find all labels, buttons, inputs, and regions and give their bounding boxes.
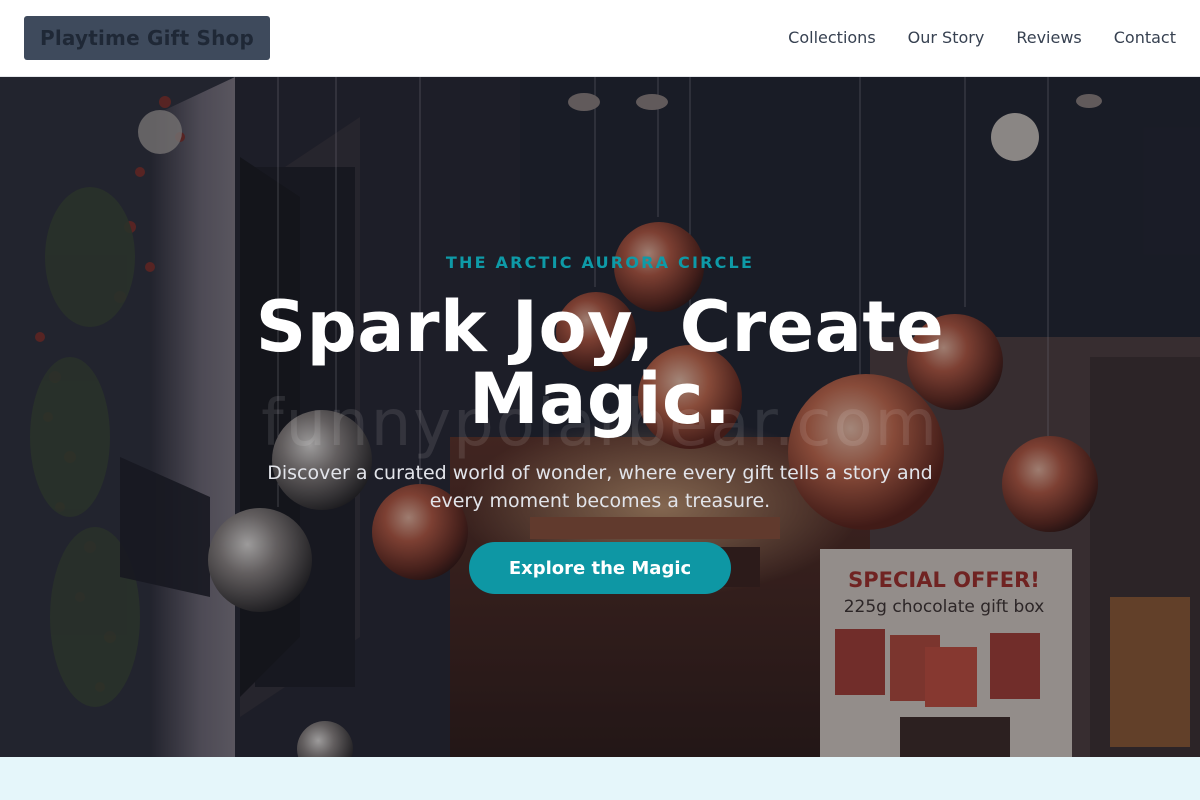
site-header: Playtime Gift Shop Collections Our Story… bbox=[0, 0, 1200, 77]
next-section bbox=[0, 757, 1200, 800]
nav-link-collections[interactable]: Collections bbox=[788, 28, 875, 48]
explore-magic-button[interactable]: Explore the Magic bbox=[469, 542, 731, 594]
nav-link-our-story[interactable]: Our Story bbox=[908, 28, 985, 48]
hero-section: SPECIAL OFFER! 225g chocolate gift box f… bbox=[0, 77, 1200, 757]
hero-eyebrow: THE ARCTIC AURORA CIRCLE bbox=[445, 253, 755, 272]
main-nav: Collections Our Story Reviews Contact bbox=[788, 28, 1176, 48]
nav-link-reviews[interactable]: Reviews bbox=[1016, 28, 1081, 48]
hero-subcopy: Discover a curated world of wonder, wher… bbox=[267, 462, 933, 512]
hero-content: THE ARCTIC AURORA CIRCLE Spark Joy, Crea… bbox=[0, 77, 1200, 757]
site-logo[interactable]: Playtime Gift Shop bbox=[24, 16, 271, 60]
nav-link-contact[interactable]: Contact bbox=[1114, 28, 1176, 48]
hero-headline: Spark Joy, Create Magic. bbox=[255, 286, 945, 440]
